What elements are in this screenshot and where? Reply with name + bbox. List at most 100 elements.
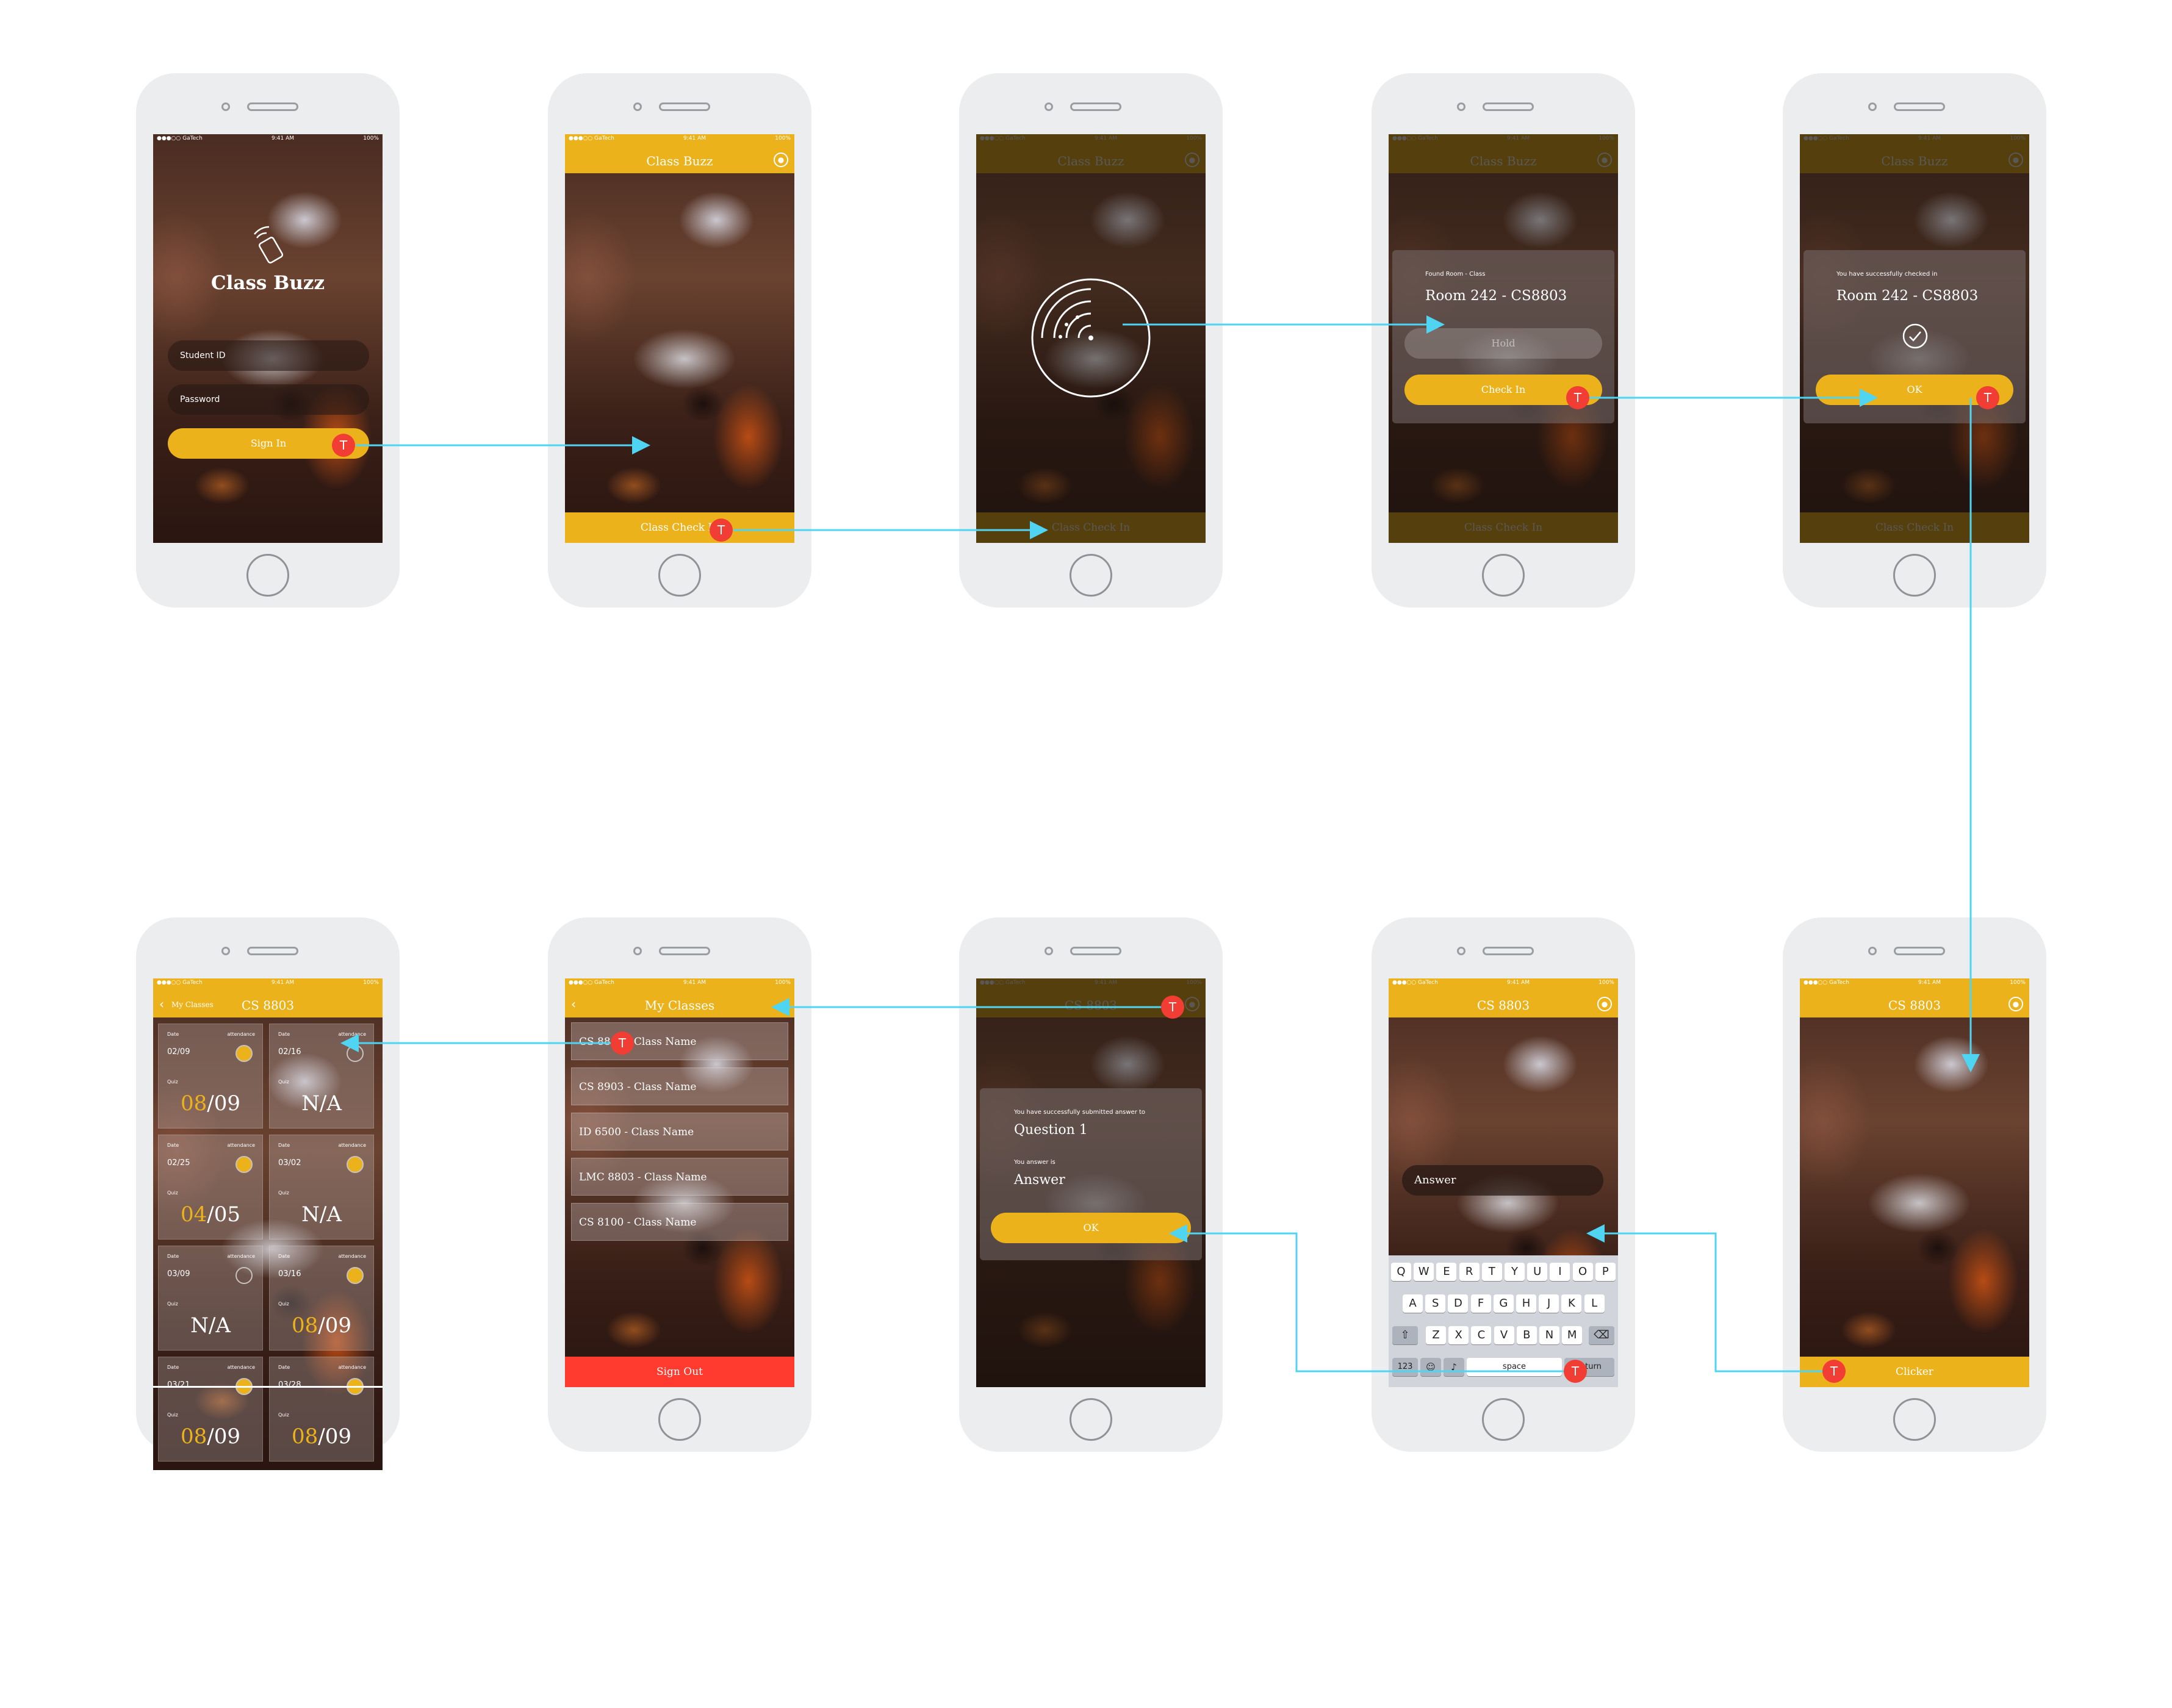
key-n[interactable]: N	[1539, 1326, 1559, 1344]
class-list-item[interactable]: ID 6500 - Class Name	[571, 1113, 788, 1150]
key-u[interactable]: U	[1527, 1263, 1548, 1281]
quiz-score-total: N/A	[301, 1202, 342, 1227]
quiz-score-value: 08	[292, 1424, 318, 1449]
key-q[interactable]: Q	[1391, 1263, 1411, 1281]
home-button[interactable]	[1893, 554, 1936, 597]
quiz-caption: Quiz	[278, 1301, 289, 1307]
carrier-label: ●●●○○ GaTech	[569, 135, 614, 142]
password-input[interactable]: Password	[168, 384, 369, 415]
status-bar: ●●●○○ GaTech 9:41 AM 100%	[1389, 978, 1618, 987]
home-button[interactable]	[1482, 1398, 1525, 1441]
class-check-in-button[interactable]: Class Check In	[565, 512, 794, 543]
key-a[interactable]: A	[1403, 1294, 1423, 1313]
scroll-divider	[153, 1386, 383, 1388]
space-key[interactable]: space	[1467, 1358, 1562, 1376]
key-o[interactable]: O	[1572, 1263, 1593, 1281]
home-button[interactable]	[1070, 554, 1112, 597]
profile-icon[interactable]: ●	[2008, 997, 2023, 1011]
student-id-input[interactable]: Student ID	[168, 340, 369, 371]
attendance-tile[interactable]: Date attendance 02/16 Quiz N/A	[269, 1024, 374, 1128]
key-p[interactable]: P	[1595, 1263, 1616, 1281]
status-bar: ●●●○○ GaTech 9:41 AM 100%	[565, 978, 794, 987]
quiz-score-total: N/A	[190, 1313, 231, 1338]
key-r[interactable]: R	[1459, 1263, 1480, 1281]
key-j[interactable]: J	[1539, 1294, 1559, 1313]
speaker	[1483, 102, 1534, 111]
key-w[interactable]: W	[1414, 1263, 1434, 1281]
key-h[interactable]: H	[1516, 1294, 1536, 1313]
profile-icon[interactable]: ●	[774, 152, 788, 167]
profile-icon[interactable]: ●	[1597, 997, 1612, 1011]
carrier-label: ●●●○○ GaTech	[569, 980, 614, 986]
home-button[interactable]	[1893, 1398, 1936, 1441]
attendance-tile[interactable]: Date attendance 02/09 Quiz 08/09	[158, 1024, 263, 1128]
date-value: 03/02	[278, 1158, 301, 1168]
class-list-item[interactable]: CS 8803 - Class Name	[571, 1022, 788, 1060]
phone-my-classes: ●●●○○ GaTech 9:41 AM 100% ‹ My Classes CS …	[548, 917, 811, 1452]
hold-button[interactable]: Hold	[1404, 328, 1602, 359]
attendance-tile[interactable]: Date attendance 02/25 Quiz 04/05	[158, 1135, 263, 1240]
attendance-tile[interactable]: Date attendance 03/21 Quiz 08/09	[158, 1357, 263, 1462]
ok-button[interactable]: OK	[991, 1213, 1191, 1243]
nav-bar: ●●●○○ GaTech 9:41 AM 100% CS 8803 ●	[1800, 978, 2029, 1017]
key-z[interactable]: Z	[1426, 1326, 1446, 1344]
flow-board: { "status":{"carrier":"●●●○○ GaTech","ti…	[0, 0, 2172, 1708]
front-camera	[1045, 947, 1053, 955]
quiz-score-total: /09	[207, 1091, 240, 1116]
key-x[interactable]: X	[1448, 1326, 1469, 1344]
key-t[interactable]: T	[1481, 1263, 1502, 1281]
attendance-caption: attendance	[338, 1143, 366, 1148]
attendance-tile[interactable]: Date attendance 03/02 Quiz N/A	[269, 1135, 374, 1240]
quiz-score-total: N/A	[301, 1091, 342, 1116]
quiz-score: 08/09	[159, 1424, 262, 1449]
key-i[interactable]: I	[1550, 1263, 1570, 1281]
home-button[interactable]	[1070, 1398, 1112, 1441]
answer-label: Answer	[1014, 1172, 1065, 1188]
screen-class-records: ●●●○○ GaTech 9:41 AM 100% ‹ My Classes CS …	[153, 978, 383, 1470]
key-d[interactable]: D	[1448, 1294, 1469, 1313]
attendance-tile[interactable]: Date attendance 03/16 Quiz 08/09	[269, 1246, 374, 1351]
speaker	[1894, 947, 1945, 955]
tap-marker: T	[1161, 996, 1184, 1019]
nav-bar: ●●●○○ GaTech 9:41 AM 100% Class Buzz ●	[565, 134, 794, 173]
attendance-tile[interactable]: Date attendance 03/09 Quiz N/A	[158, 1246, 263, 1351]
class-list-item[interactable]: LMC 8803 - Class Name	[571, 1158, 788, 1196]
key-k[interactable]: K	[1561, 1294, 1582, 1313]
answer-input[interactable]: Answer	[1402, 1165, 1603, 1196]
quiz-caption: Quiz	[278, 1412, 289, 1418]
key-v[interactable]: V	[1494, 1326, 1514, 1344]
key-c[interactable]: C	[1471, 1326, 1492, 1344]
speaker	[1483, 947, 1534, 955]
front-camera	[221, 947, 230, 955]
emoji-key[interactable]: ☺	[1420, 1358, 1441, 1376]
key-b[interactable]: B	[1516, 1326, 1537, 1344]
numbers-key[interactable]: 123	[1392, 1358, 1418, 1376]
attendance-caption: attendance	[338, 1365, 366, 1370]
time-label: 9:41 AM	[683, 135, 707, 142]
shift-key[interactable]: ⇧	[1392, 1326, 1418, 1344]
key-y[interactable]: Y	[1505, 1263, 1525, 1281]
key-g[interactable]: G	[1493, 1294, 1514, 1313]
phone-found-room: ●●●○○ GaTech 9:41 AM 100% Class Buzz ● Fou…	[1372, 73, 1635, 608]
attendance-tile[interactable]: Date attendance 03/28 Quiz 08/09	[269, 1357, 374, 1462]
date-caption: Date	[167, 1254, 179, 1259]
home-button[interactable]	[1482, 554, 1525, 597]
home-button[interactable]	[658, 554, 701, 597]
microphone-key[interactable]: ♪	[1444, 1358, 1464, 1376]
key-m[interactable]: M	[1562, 1326, 1583, 1344]
class-list-item[interactable]: CS 8100 - Class Name	[571, 1203, 788, 1241]
speaker	[659, 102, 710, 111]
home-button[interactable]	[658, 1398, 701, 1441]
battery-label: 100%	[363, 135, 379, 142]
quiz-score-value: 08	[181, 1424, 207, 1449]
sign-out-button[interactable]: Sign Out	[565, 1357, 794, 1387]
key-f[interactable]: F	[1470, 1294, 1491, 1313]
found-room-caption: Found Room - Class	[1425, 271, 1486, 278]
key-s[interactable]: S	[1425, 1294, 1446, 1313]
tap-marker: T	[1566, 386, 1589, 409]
key-e[interactable]: E	[1436, 1263, 1457, 1281]
home-button[interactable]	[246, 554, 289, 597]
class-list-item[interactable]: CS 8903 - Class Name	[571, 1068, 788, 1105]
key-l[interactable]: L	[1584, 1294, 1605, 1313]
delete-key[interactable]: ⌫	[1589, 1326, 1614, 1344]
